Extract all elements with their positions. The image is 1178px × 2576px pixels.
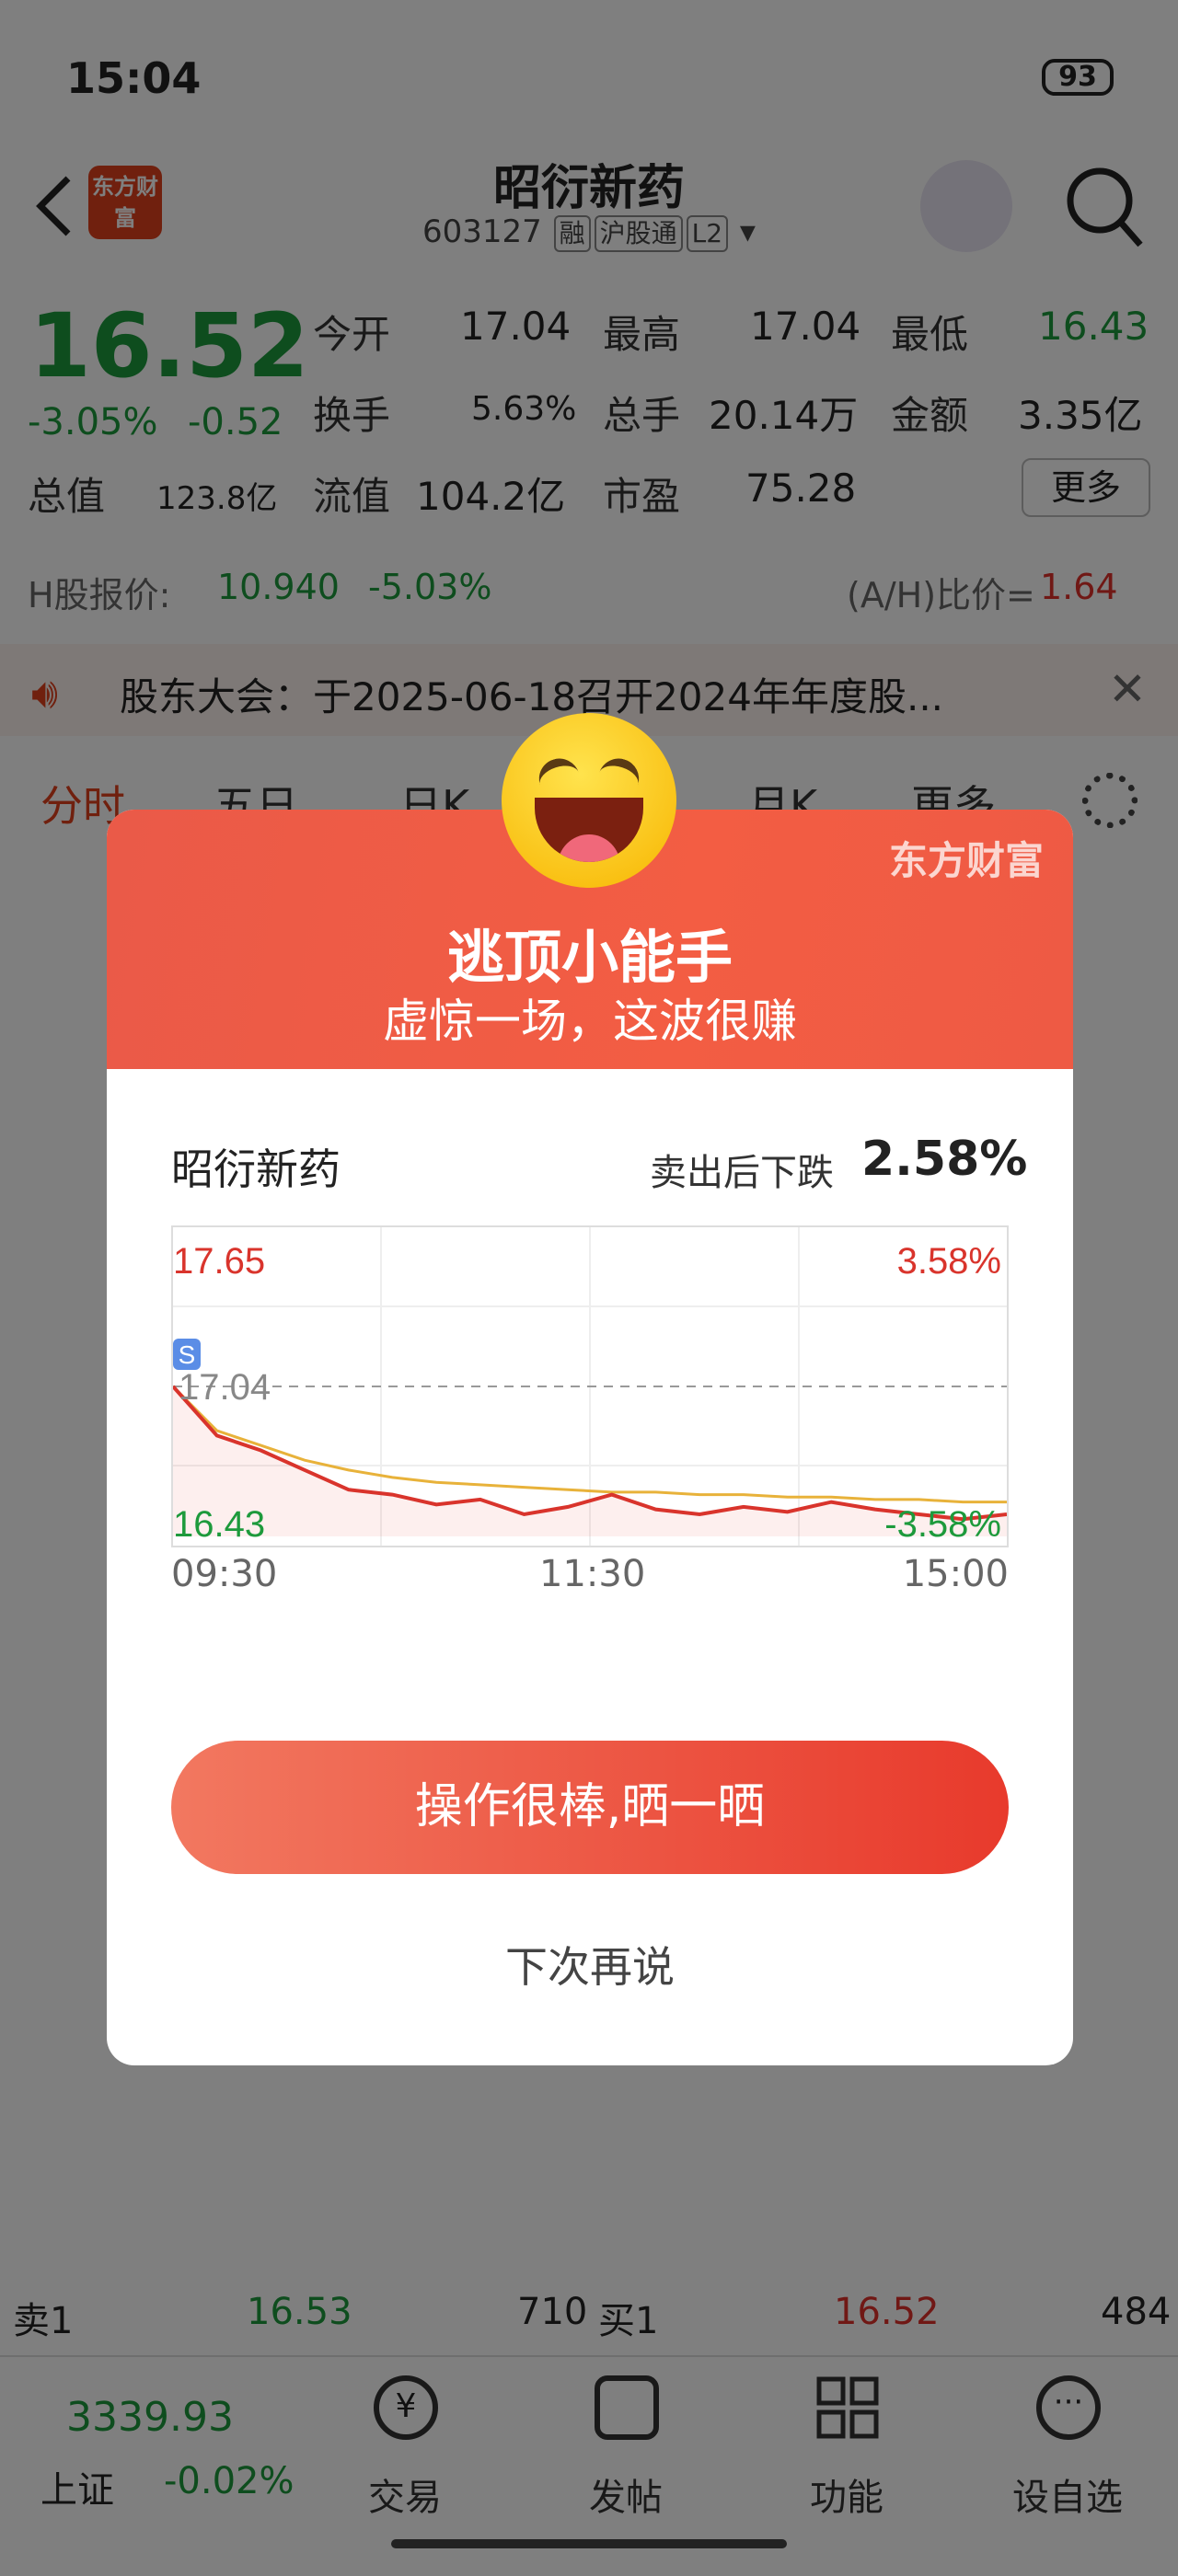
x-tick-label: 09:30	[171, 1553, 278, 1595]
y-min-label: 16.43	[173, 1504, 265, 1545]
dialog-subtitle: 虚惊一场，这波很赚	[383, 995, 797, 1048]
x-tick-label: 15:00	[902, 1553, 1009, 1595]
laughing-emoji-icon	[502, 713, 676, 888]
dialog-title: 逃顶小能手	[446, 924, 733, 991]
sell-marker-label: S	[179, 1340, 196, 1369]
pct-max-label: 3.58%	[897, 1241, 1001, 1282]
brand-watermark: 东方财富	[888, 838, 1044, 883]
ref-price-label: 17.04	[179, 1367, 271, 1408]
drop-after-sell-label: 卖出后下跌	[650, 1152, 834, 1194]
pct-min-label: -3.58%	[884, 1504, 1001, 1545]
chart-svg: 17.65 3.58% 17.04 16.43 -3.58% S	[171, 1227, 1008, 1546]
chart-x-axis: 09:30 11:30 15:00	[171, 1553, 1009, 1608]
drop-after-sell-value: 2.58%	[861, 1132, 1028, 1187]
y-max-label: 17.65	[173, 1241, 265, 1282]
x-tick-label: 11:30	[539, 1553, 646, 1595]
share-button[interactable]: 操作很棒,晒一晒	[171, 1741, 1009, 1874]
achievement-dialog: 东方财富 逃顶小能手 虚惊一场，这波很赚 昭衍新药 卖出后下跌 2.58% 17…	[107, 810, 1073, 2065]
dialog-stock-name: 昭衍新药	[171, 1144, 341, 1194]
later-button[interactable]: 下次再说	[107, 1934, 1073, 1995]
intraday-chart: 17.65 3.58% 17.04 16.43 -3.58% S	[171, 1225, 1009, 1547]
